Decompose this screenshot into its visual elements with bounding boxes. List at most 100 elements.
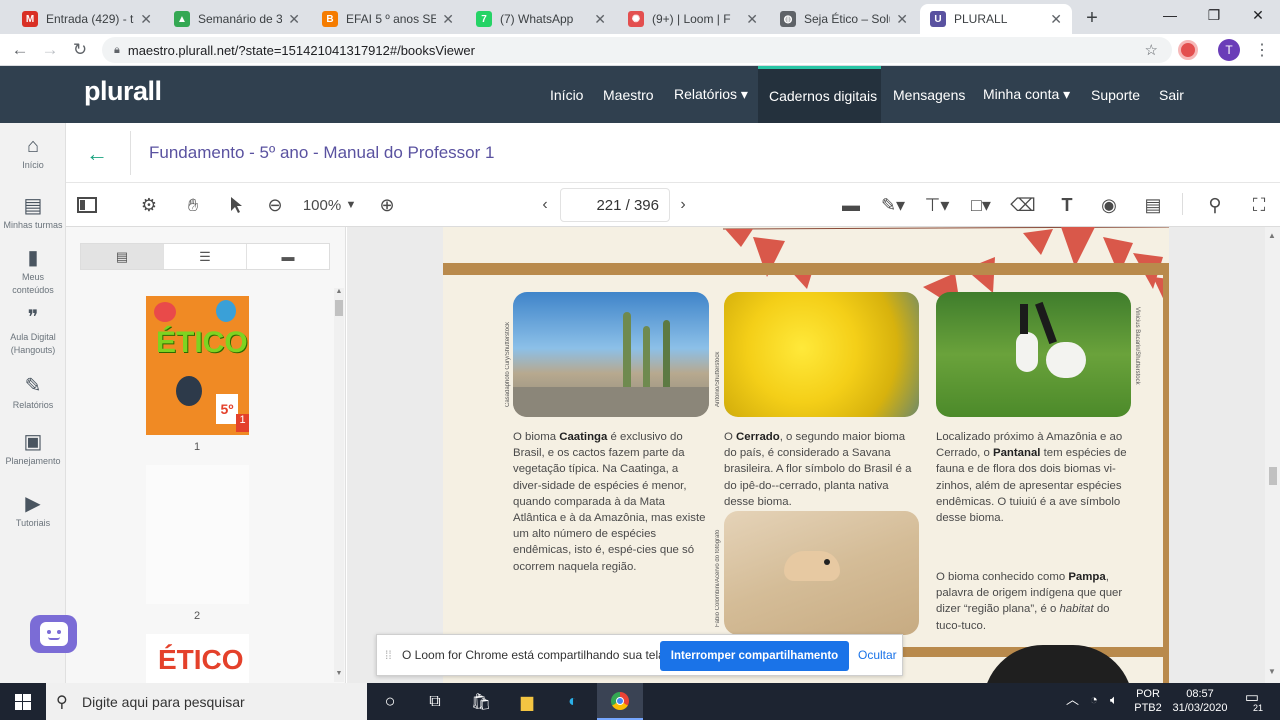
browser-tab[interactable]: ▲ Semanário de 30 a ✕ [164, 4, 310, 34]
thumbnail-scrollbar[interactable]: ▲ ▼ [334, 288, 344, 682]
bookmark-star-icon[interactable]: ☆ [1145, 41, 1158, 59]
task-view-icon[interactable]: ⧉ [412, 683, 458, 720]
edge-icon[interactable]: ◐ [550, 683, 596, 720]
nav-sair[interactable]: Sair [1159, 66, 1184, 123]
rail-item-inicio[interactable]: ⌂ Início [0, 135, 66, 172]
stop-sharing-button[interactable]: Interromper compartilhamento [660, 641, 849, 671]
close-tab-icon[interactable]: ✕ [1050, 11, 1062, 28]
toolbar-divider [1182, 193, 1183, 215]
back-icon[interactable]: ← [8, 38, 32, 62]
document-scrollbar[interactable]: ▲ ▼ [1265, 227, 1280, 683]
toggle-sidebar-icon[interactable] [76, 193, 98, 217]
zoom-level[interactable]: 100% [300, 193, 344, 217]
report-edit-icon: ✎ [24, 375, 42, 397]
nav-inicio[interactable]: Início [550, 66, 583, 123]
previous-page-icon[interactable]: ‹ [536, 193, 554, 217]
select-cursor-icon[interactable] [226, 193, 246, 217]
tab-outline[interactable]: ☰ [164, 244, 247, 269]
drive-icon: ▲ [174, 11, 190, 27]
volume-icon[interactable]: 🔈︎ [1110, 693, 1118, 707]
nav-minha-conta[interactable]: Minha conta ▾ [983, 66, 1070, 123]
address-bar[interactable]: 🔒︎ maestro.plurall.net/?state=1514210413… [102, 37, 1172, 63]
maximize-window-button[interactable]: ❐ [1192, 0, 1236, 30]
close-tab-icon[interactable]: ✕ [746, 11, 758, 28]
next-page-icon[interactable]: › [674, 193, 692, 217]
pen-tool-icon[interactable]: ✎▾ [878, 193, 908, 217]
eye-icon[interactable]: ◉ [1098, 193, 1120, 217]
back-arrow-icon[interactable]: ← [86, 141, 108, 167]
file-explorer-icon[interactable]: ▆ [504, 683, 550, 720]
browser-tab[interactable]: U PLURALL ✕ [920, 4, 1072, 34]
browser-tab[interactable]: ◍ Seja Ético – Soluç ✕ [770, 4, 918, 34]
nav-maestro[interactable]: Maestro [603, 66, 654, 123]
thumbnail-page-3[interactable]: ÉTICO [146, 634, 249, 683]
photo-credit: Vinicius Bacarin/Shutterstock [1134, 307, 1140, 385]
search-icon[interactable]: ⚲ [1204, 193, 1226, 217]
browser-tab[interactable]: 7 (7) WhatsApp ✕ [466, 4, 616, 34]
close-tab-icon[interactable]: ✕ [140, 11, 152, 28]
clipboard-icon: ▣ [23, 431, 43, 453]
reload-icon[interactable]: ↻ [68, 38, 92, 62]
rail-item-aula-digital[interactable]: ❞ Aula Digital (Hangouts) [0, 307, 66, 357]
nav-suporte[interactable]: Suporte [1091, 66, 1140, 123]
caatinga-text: O bioma Caatinga é exclusivo do Brasil, … [513, 431, 706, 573]
close-tab-icon[interactable]: ✕ [594, 11, 606, 28]
close-window-button[interactable]: ✕ [1236, 0, 1280, 30]
windows-start-button[interactable] [0, 683, 46, 720]
fullscreen-icon[interactable]: ⛶ [1248, 193, 1270, 217]
rail-item-tutoriais[interactable]: ▶ Tutoriais [0, 493, 66, 530]
rail-item-planejamento[interactable]: ▣ Planejamento [0, 431, 66, 468]
home-icon: ⌂ [26, 135, 40, 157]
close-tab-icon[interactable]: ✕ [896, 11, 908, 28]
loom-extension-icon[interactable] [1178, 40, 1198, 60]
rail-item-meus-conteudos[interactable]: ▮ Meus conteúdos [0, 247, 66, 297]
menu-dots-icon[interactable]: ⋮ [1254, 40, 1270, 60]
clock[interactable]: 08:57 31/03/2020 [1170, 687, 1230, 715]
notebook-icon: ▤ [23, 195, 43, 217]
show-hidden-icons[interactable]: ︿ [1066, 693, 1079, 707]
hide-link[interactable]: Ocultar [858, 648, 897, 662]
store-icon[interactable]: 🛍︎ [458, 683, 504, 720]
thumbnail-page-1[interactable]: ÉTICO 5º 1 [146, 296, 249, 435]
browser-tab[interactable]: M Entrada (429) - tat ✕ [12, 4, 162, 34]
settings-gear-icon[interactable]: ⚙ [138, 193, 160, 217]
chat-widget-button[interactable] [30, 615, 77, 653]
text-tool-icon[interactable]: T [1056, 193, 1078, 217]
close-tab-icon[interactable]: ✕ [288, 11, 300, 28]
language-indicator[interactable]: POR PTB2 [1133, 687, 1163, 715]
minimize-window-button[interactable]: — [1148, 0, 1192, 30]
tab-thumbnails[interactable]: ▤ [81, 244, 164, 269]
pan-hand-icon[interactable]: ✋︎ [181, 193, 205, 217]
rail-item-relatorios[interactable]: ✎ Relatórios [0, 375, 66, 412]
cover-title: ÉTICO [156, 326, 248, 359]
zoom-dropdown-chevron-icon[interactable]: ▼ [344, 193, 358, 217]
drag-handle-icon[interactable]: ⁞⁞ [385, 648, 392, 662]
new-tab-button[interactable]: + [1080, 6, 1104, 30]
shape-tool-icon[interactable]: □▾ [966, 193, 996, 217]
nav-cadernos-digitais[interactable]: Cadernos digitais [758, 66, 881, 123]
photo-credit: Fabio Colombini/Acervo do fotógrafo [715, 529, 721, 627]
text-box-tool-icon[interactable]: ⊤▾ [922, 193, 952, 217]
cortana-circle-icon[interactable]: ○ [367, 683, 413, 720]
wifi-icon[interactable]: ◔ [1090, 693, 1098, 707]
browser-tab[interactable]: ✺ (9+) | Loom | F ✕ [618, 4, 768, 34]
taskbar-search-input[interactable]: ⚲ Digite aqui para pesquisar [46, 683, 367, 720]
page-number-input[interactable]: 221 / 396 [560, 188, 670, 222]
profile-avatar[interactable]: T [1218, 39, 1240, 61]
browser-tab[interactable]: B EFAI 5 º anos SER ✕ [312, 4, 464, 34]
eraser-icon[interactable]: ⌫ [1010, 193, 1035, 217]
forward-icon[interactable]: → [38, 38, 62, 62]
plurall-logo[interactable]: plurall [84, 76, 162, 107]
zoom-out-icon[interactable]: ⊖ [264, 193, 286, 217]
close-tab-icon[interactable]: ✕ [442, 11, 454, 28]
notes-icon[interactable]: ▤ [1142, 193, 1164, 217]
thumbnail-page-2[interactable] [146, 465, 249, 604]
zoom-in-icon[interactable]: ⊕ [376, 193, 398, 217]
rail-item-minhas-turmas[interactable]: ▤ Minhas turmas [0, 195, 66, 232]
browser-tab-strip: M Entrada (429) - tat ✕ ▲ Semanário de 30 a ✕… [0, 0, 1280, 34]
nav-mensagens[interactable]: Mensagens [893, 66, 965, 123]
nav-relatorios[interactable]: Relatórios ▾ [674, 66, 748, 123]
tab-annotations[interactable]: ▬ [247, 244, 329, 269]
comment-icon[interactable]: ▬ [840, 193, 862, 217]
chrome-taskbar-icon[interactable] [597, 683, 643, 720]
